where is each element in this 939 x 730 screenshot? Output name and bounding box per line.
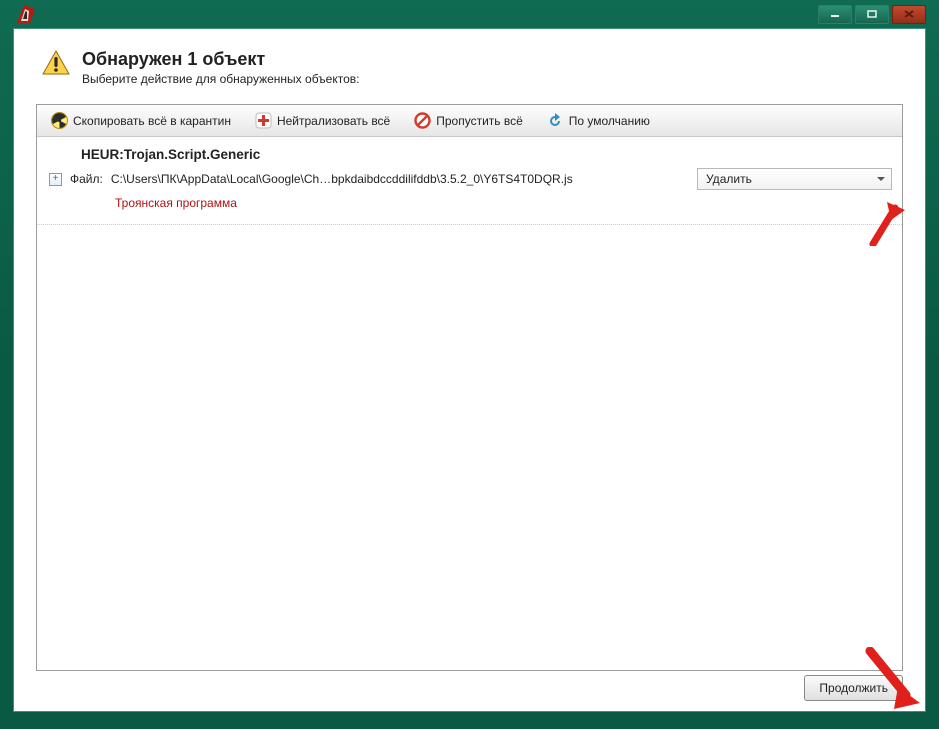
file-path: C:\Users\ПК\AppData\Local\Google\Ch…bpkd… (111, 172, 689, 186)
quarantine-all-button[interactable]: Скопировать всё в карантин (43, 109, 239, 132)
toolbar: Скопировать всё в карантин Нейтрализоват… (37, 105, 902, 137)
page-title: Обнаружен 1 объект (82, 49, 359, 70)
threat-item: HEUR:Trojan.Script.Generic Файл: C:\User… (37, 137, 902, 225)
window-controls (818, 5, 926, 24)
threat-type: Троянская программа (47, 196, 892, 210)
continue-button[interactable]: Продолжить (804, 675, 903, 701)
expand-toggle[interactable] (49, 173, 62, 186)
warning-triangle-icon (42, 49, 70, 77)
titlebar[interactable] (13, 0, 926, 28)
maximize-button[interactable] (855, 5, 889, 24)
threat-panel: Скопировать всё в карантин Нейтрализоват… (36, 104, 903, 671)
page-subtitle: Выберите действие для обнаруженных объек… (82, 72, 359, 86)
minimize-button[interactable] (818, 5, 852, 24)
toolbar-label: По умолчанию (569, 114, 650, 128)
prohibit-icon (414, 112, 431, 129)
toolbar-label: Скопировать всё в карантин (73, 114, 231, 128)
file-label: Файл: (70, 172, 103, 186)
header: Обнаружен 1 объект Выберите действие для… (14, 29, 925, 96)
neutralize-all-button[interactable]: Нейтрализовать всё (247, 109, 398, 132)
undo-arrow-icon (547, 112, 564, 129)
toolbar-label: Пропустить всё (436, 114, 523, 128)
content-panel: Обнаружен 1 объект Выберите действие для… (13, 28, 926, 712)
radiation-icon (51, 112, 68, 129)
footer: Продолжить (14, 671, 925, 711)
app-window: Обнаружен 1 объект Выберите действие для… (0, 0, 939, 729)
toolbar-label: Нейтрализовать всё (277, 114, 390, 128)
threat-list: HEUR:Trojan.Script.Generic Файл: C:\User… (37, 137, 902, 670)
file-row: Файл: C:\Users\ПК\AppData\Local\Google\C… (47, 168, 892, 190)
skip-all-button[interactable]: Пропустить всё (406, 109, 531, 132)
threat-name: HEUR:Trojan.Script.Generic (47, 147, 892, 162)
close-button[interactable] (892, 5, 926, 24)
action-selected-value: Удалить (706, 172, 752, 186)
kaspersky-logo-icon (17, 5, 35, 23)
action-select[interactable]: Удалить (697, 168, 892, 190)
medical-cross-icon (255, 112, 272, 129)
chevron-down-icon (877, 177, 885, 181)
reset-defaults-button[interactable]: По умолчанию (539, 109, 658, 132)
